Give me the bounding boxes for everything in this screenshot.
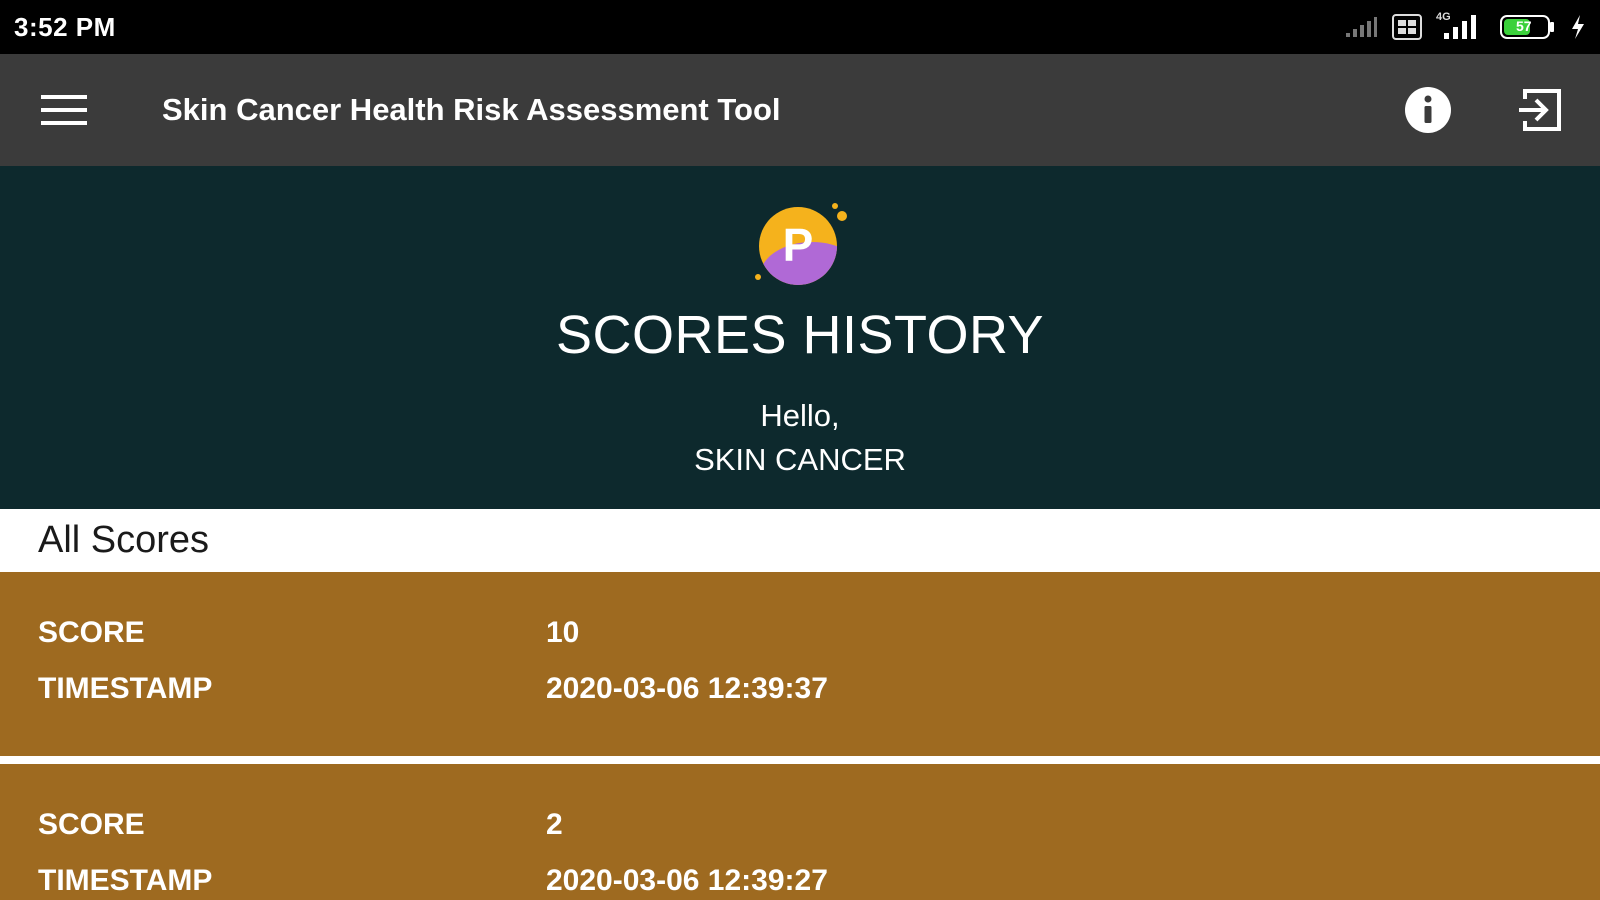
user-name: SKIN CANCER [694,442,906,477]
score-value: 2 [546,808,563,841]
logout-button[interactable] [1512,82,1568,138]
network-signal-icon: 4G [1436,11,1486,41]
timestamp-label: TIMESTAMP [38,864,213,897]
hamburger-menu-icon [41,95,87,125]
menu-button[interactable] [36,82,92,138]
timestamp-row: TIMESTAMP 2020-03-06 12:39:37 [0,672,1600,712]
score-card[interactable]: SCORE 10 TIMESTAMP 2020-03-06 12:39:37 [0,572,1600,756]
p-logo-icon: P [755,203,847,285]
score-card[interactable]: SCORE 2 TIMESTAMP 2020-03-06 12:39:27 [0,764,1600,900]
app-title: Skin Cancer Health Risk Assessment Tool [162,92,781,127]
timestamp-row: TIMESTAMP 2020-03-06 12:39:27 [0,864,1600,900]
score-label: SCORE [38,616,145,649]
battery-level: 57 [1516,18,1532,34]
logo-letter: P [783,219,814,271]
status-time: 3:52 PM [14,11,116,42]
scores-header: P SCORES HISTORY Hello, SKIN CANCER [0,166,1600,509]
app-bar-actions [1400,82,1568,138]
section-title: All Scores [0,509,1600,572]
battery-icon: 57 [1500,14,1556,40]
screen: 3:52 PM 4G 57 Skin Cancer Health Risk As… [0,0,1600,900]
sim-card-icon [1392,14,1422,40]
charging-bolt-icon [1572,15,1584,39]
score-row: SCORE 2 [0,808,1600,848]
timestamp-value: 2020-03-06 12:39:37 [546,672,828,705]
app-logo: P [750,198,850,288]
app-bar: Skin Cancer Health Risk Assessment Tool [0,54,1600,166]
signal-weak-icon [1346,17,1377,37]
score-label: SCORE [38,808,145,841]
info-icon [1405,87,1451,133]
card-divider [0,756,1600,764]
page-title: SCORES HISTORY [555,305,1045,365]
greeting-text: Hello, [760,398,840,433]
status-icons: 4G 57 [1344,11,1586,41]
score-value: 10 [546,616,580,649]
logout-icon [1519,89,1561,131]
timestamp-value: 2020-03-06 12:39:27 [546,864,828,897]
info-button[interactable] [1400,82,1456,138]
status-bar: 3:52 PM 4G 57 [0,0,1600,54]
score-row: SCORE 10 [0,616,1600,656]
timestamp-label: TIMESTAMP [38,672,213,705]
